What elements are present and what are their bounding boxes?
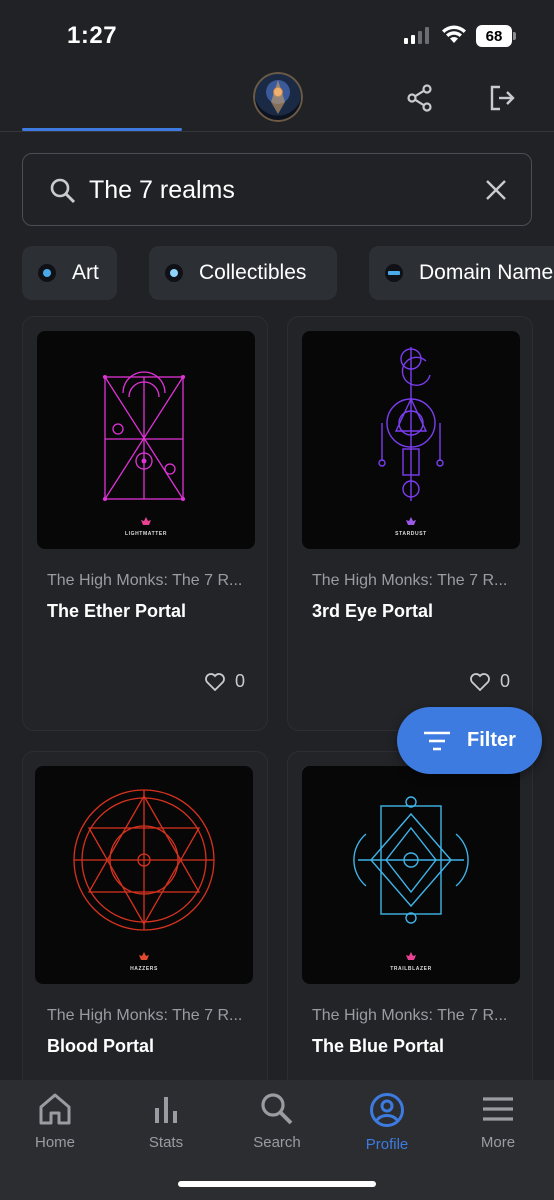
- search-icon: [261, 1093, 293, 1125]
- nav-profile[interactable]: Profile: [332, 1092, 442, 1162]
- search-input[interactable]: The 7 realms: [89, 176, 235, 205]
- chip-collectibles[interactable]: Collectibles: [149, 246, 337, 300]
- heart-icon: [205, 672, 225, 691]
- brand-mark-icon: [141, 517, 151, 525]
- nav-label: Stats: [148, 1134, 184, 1151]
- home-indicator: [178, 1181, 376, 1187]
- nav-label: Home: [34, 1134, 75, 1151]
- collection-name: The High Monks: The 7 R...: [47, 572, 243, 589]
- wifi-icon: [442, 25, 466, 43]
- domain-icon: [385, 264, 403, 282]
- nav-label: Search: [253, 1134, 301, 1151]
- cellular-signal-icon: [404, 27, 429, 44]
- chip-art[interactable]: Art: [22, 246, 117, 300]
- chip-label: Domain Names: [419, 261, 554, 284]
- nav-label: More: [480, 1134, 516, 1151]
- brand-mark-icon: [406, 517, 416, 525]
- filter-label: Filter: [467, 729, 516, 751]
- nft-image: HAZZERS: [35, 766, 253, 984]
- brand-mark-icon: [139, 952, 149, 960]
- art-label: HAZZERS: [130, 966, 158, 972]
- filter-icon: [424, 731, 450, 750]
- like-count: 0: [499, 671, 510, 691]
- heart-icon: [470, 672, 490, 691]
- nft-title: The Ether Portal: [47, 601, 187, 621]
- battery-icon: 68: [476, 25, 516, 47]
- collectibles-icon: [165, 264, 183, 282]
- chip-label: Art: [72, 261, 99, 284]
- profile-icon: [370, 1093, 404, 1127]
- chip-domain-names[interactable]: Domain Names: [369, 246, 554, 300]
- nft-card[interactable]: STARDUST The High Monks: The 7 R... 3rd …: [287, 316, 533, 731]
- collection-name: The High Monks: The 7 R...: [47, 1007, 243, 1024]
- collection-name: The High Monks: The 7 R...: [312, 1007, 508, 1024]
- nft-image: STARDUST: [302, 331, 520, 549]
- search-icon: [50, 178, 76, 204]
- nft-image: LIGHTMATTER: [37, 331, 255, 549]
- profile-avatar[interactable]: [253, 72, 303, 122]
- nft-card[interactable]: TRAILBLAZER The High Monks: The 7 R... T…: [287, 751, 533, 1091]
- nft-card[interactable]: LIGHTMATTER The High Monks: The 7 R... T…: [22, 316, 268, 731]
- like-button[interactable]: 0: [470, 671, 510, 692]
- menu-icon: [483, 1097, 513, 1121]
- logout-icon: [490, 85, 515, 111]
- logout-button[interactable]: [484, 80, 520, 116]
- nav-search[interactable]: Search: [222, 1092, 332, 1162]
- like-button[interactable]: 0: [205, 671, 245, 692]
- stats-icon: [155, 1097, 177, 1123]
- nav-label: Profile: [365, 1136, 409, 1153]
- active-tab-indicator: [22, 128, 182, 131]
- nft-card[interactable]: HAZZERS The High Monks: The 7 R... Blood…: [22, 751, 268, 1091]
- collection-name: The High Monks: The 7 R...: [312, 572, 508, 589]
- profile-header: [0, 62, 554, 132]
- chip-label: Collectibles: [199, 261, 307, 284]
- art-label: LIGHTMATTER: [124, 531, 168, 537]
- art-label: STARDUST: [395, 531, 427, 537]
- brand-mark-icon: [406, 952, 416, 960]
- category-chips: Art Collectibles Domain Names: [0, 246, 554, 300]
- nft-title: 3rd Eye Portal: [312, 601, 434, 621]
- status-bar: 1:27 68: [0, 0, 554, 62]
- nav-home[interactable]: Home: [0, 1092, 110, 1162]
- art-icon: [38, 264, 56, 282]
- like-count: 0: [234, 671, 245, 691]
- nft-title: The Blue Portal: [312, 1036, 445, 1056]
- share-button[interactable]: [402, 80, 438, 116]
- home-icon: [39, 1093, 71, 1125]
- nft-image: TRAILBLAZER: [302, 766, 520, 984]
- close-icon[interactable]: [483, 177, 509, 203]
- nav-more[interactable]: More: [443, 1092, 553, 1162]
- battery-level: 68: [476, 25, 512, 47]
- share-icon: [407, 84, 432, 112]
- search-field[interactable]: The 7 realms: [22, 153, 532, 226]
- nft-title: Blood Portal: [47, 1036, 154, 1056]
- status-time: 1:27: [67, 22, 118, 49]
- filter-button[interactable]: Filter: [397, 707, 542, 774]
- art-label: TRAILBLAZER: [390, 966, 432, 972]
- nav-stats[interactable]: Stats: [111, 1092, 221, 1162]
